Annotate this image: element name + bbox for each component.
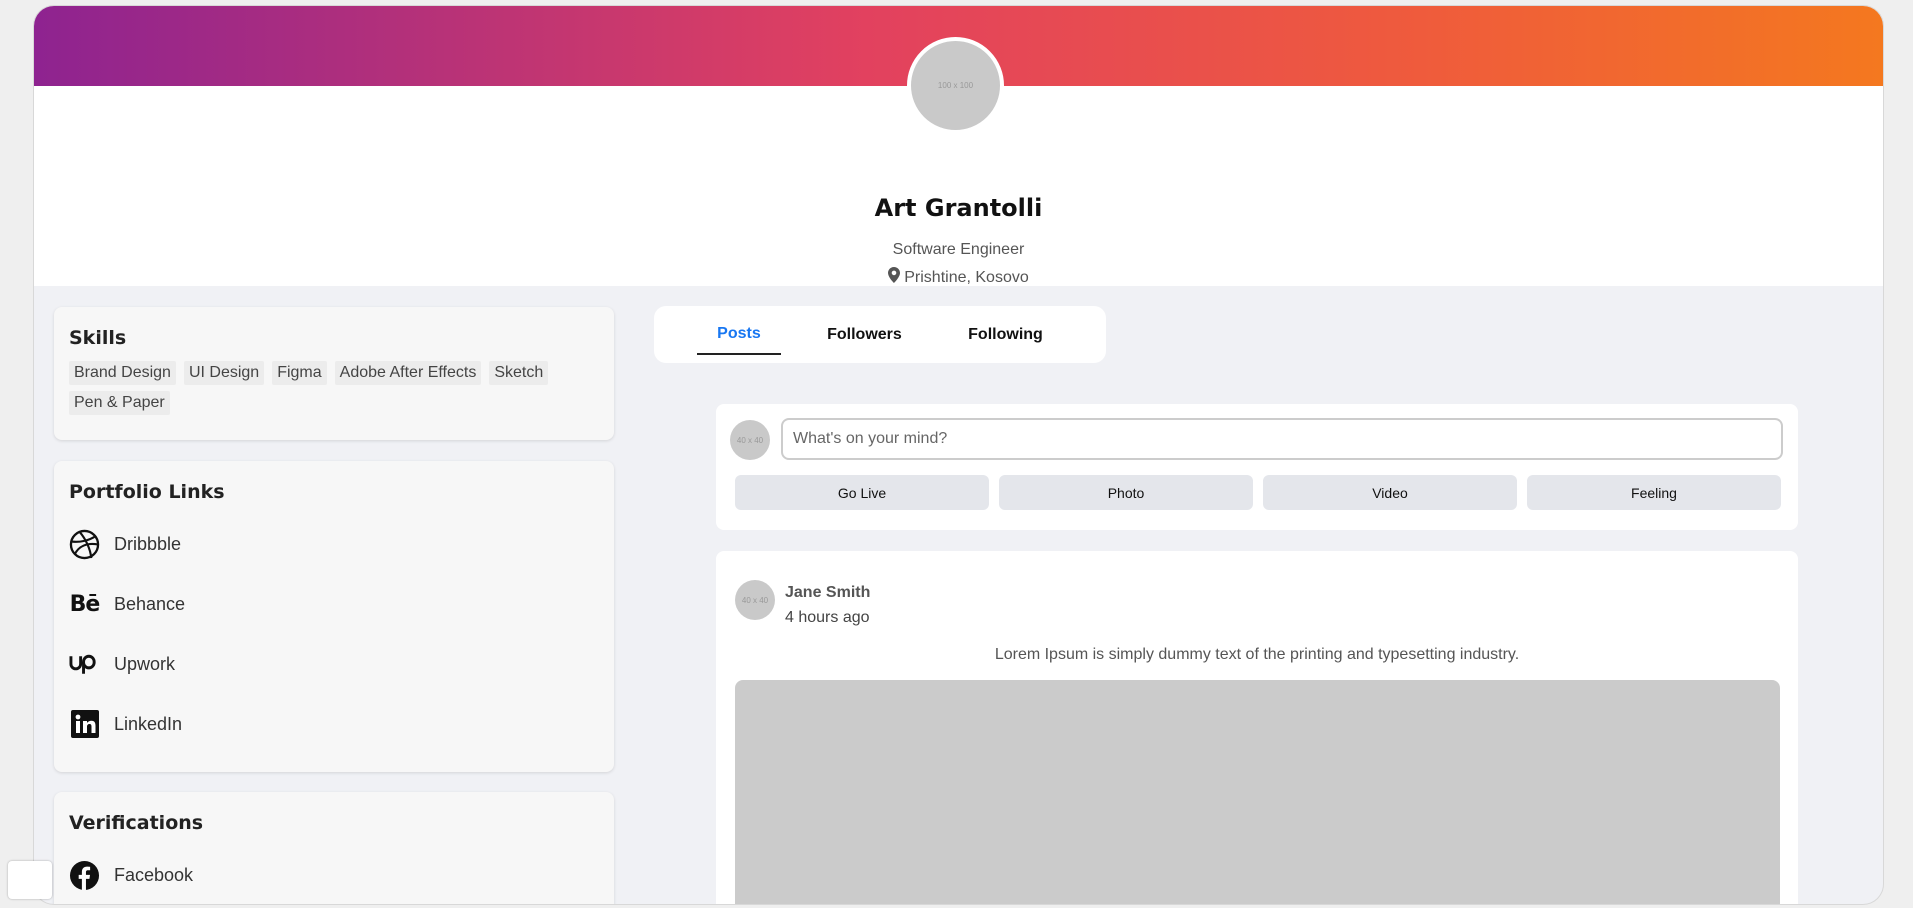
skills-card: Skills Brand Design UI Design Figma Adob… (54, 307, 614, 440)
feeling-button[interactable]: Feeling (1527, 475, 1781, 510)
upwork-icon (69, 649, 100, 680)
moon-icon (17, 865, 43, 896)
skill-tag: Brand Design (69, 361, 176, 385)
portfolio-links-card: Portfolio Links Dribbble Bē Behance Upwo… (54, 461, 614, 772)
profile-name: Art Grantolli (874, 194, 1043, 222)
tab-following[interactable]: Following (948, 316, 1063, 354)
profile-page: 100 x 100 Art Grantolli Software Enginee… (34, 6, 1883, 904)
composer-actions: Go Live Photo Video Feeling (735, 475, 1781, 510)
portfolio-link-upwork[interactable]: Upwork (69, 634, 599, 694)
post-card: 40 x 40 Jane Smith 4 hours ago Lorem Ips… (716, 551, 1798, 904)
location-text: Prishtine, Kosovo (904, 268, 1029, 286)
profile-location: Prishtine, Kosovo (34, 267, 1883, 288)
verification-facebook[interactable]: Facebook (69, 845, 599, 904)
facebook-icon (69, 860, 100, 891)
skill-tag: Adobe After Effects (334, 361, 482, 385)
profile-header: 100 x 100 Art Grantolli Software Enginee… (34, 6, 1883, 286)
video-button[interactable]: Video (1263, 475, 1517, 510)
skill-tag: UI Design (183, 361, 265, 385)
go-live-button[interactable]: Go Live (735, 475, 989, 510)
profile-role: Software Engineer (892, 241, 1025, 258)
profile-tabs: Posts Followers Following (654, 306, 1106, 363)
skills-title: Skills (69, 327, 127, 349)
tab-followers[interactable]: Followers (807, 316, 922, 354)
status-input[interactable] (781, 418, 1783, 460)
tab-posts[interactable]: Posts (697, 315, 781, 355)
dark-mode-toggle[interactable] (8, 861, 52, 899)
map-pin-icon (888, 267, 901, 288)
verifications-title: Verifications (69, 812, 204, 834)
dribbble-icon (69, 529, 100, 560)
profile-avatar[interactable]: 100 x 100 (907, 37, 1004, 134)
verifications-card: Verifications Facebook (54, 792, 614, 904)
link-label: Facebook (114, 864, 194, 885)
link-label: Behance (114, 593, 186, 614)
photo-button[interactable]: Photo (999, 475, 1253, 510)
post-composer: 40 x 40 Go Live Photo Video Feeling (716, 404, 1798, 530)
skill-tag: Sketch (489, 361, 549, 385)
composer-avatar: 40 x 40 (730, 420, 770, 460)
link-label: Dribbble (114, 533, 182, 554)
behance-icon: Bē (69, 591, 101, 617)
portfolio-link-dribbble[interactable]: Dribbble (69, 514, 599, 574)
skill-tag: Figma (272, 361, 327, 385)
linkedin-icon (69, 709, 100, 740)
skill-tag: Pen & Paper (69, 391, 170, 415)
portfolio-title: Portfolio Links (69, 481, 225, 503)
post-timestamp: 4 hours ago (785, 609, 870, 626)
post-text: Lorem Ipsum is simply dummy text of the … (994, 646, 1520, 663)
link-label: LinkedIn (114, 713, 183, 734)
skill-list: Brand Design UI Design Figma Adobe After… (69, 361, 599, 415)
post-author-avatar[interactable]: 40 x 40 (735, 580, 775, 620)
post-author-name[interactable]: Jane Smith (785, 584, 870, 602)
portfolio-link-linkedin[interactable]: LinkedIn (69, 694, 599, 754)
post-image[interactable] (735, 680, 1780, 904)
link-label: Upwork (114, 653, 176, 674)
portfolio-link-behance[interactable]: Bē Behance (69, 574, 599, 634)
